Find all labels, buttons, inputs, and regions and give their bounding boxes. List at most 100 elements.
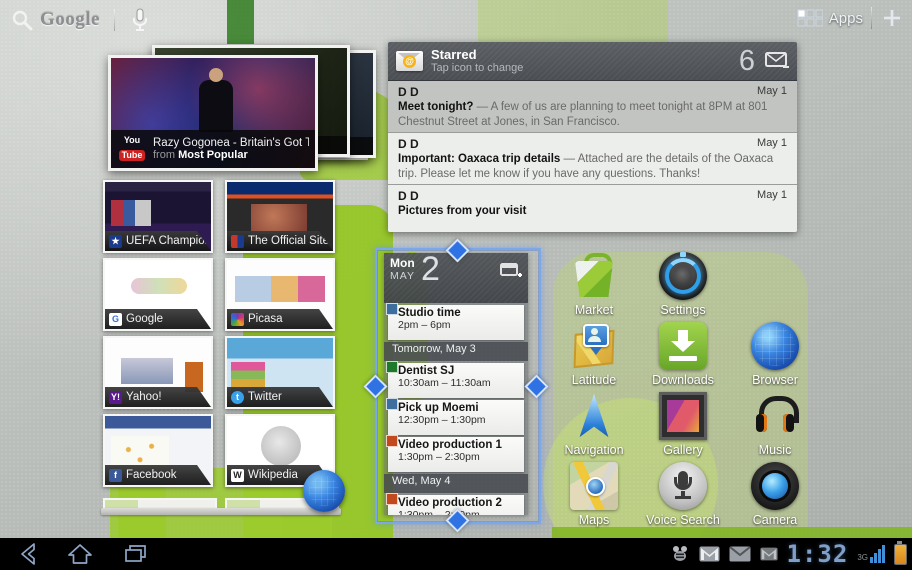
email-row[interactable]: D D May 1 Meet tonight? — A few of us ar… <box>388 81 797 133</box>
event-color-marker <box>386 493 398 505</box>
back-button[interactable] <box>8 540 48 568</box>
divider <box>114 9 115 31</box>
calendar-widget[interactable]: Mon MAY 2 Studio time 2pm – 6pm Tomorrow… <box>384 253 528 515</box>
app-shortcut-gallery[interactable]: Gallery <box>643 392 723 457</box>
top-bar-right: Apps <box>797 6 904 30</box>
calendar-day-divider: Wed, May 4 <box>384 474 528 493</box>
facebook-favicon: f <box>109 469 122 482</box>
bookmark-label: The Official Site of ... <box>248 235 333 247</box>
app-shortcut-maps[interactable]: Maps <box>554 462 634 527</box>
bookmark-thumbnail[interactable]: ★UEFA Champions Le... <box>103 180 213 253</box>
video-title: Razy Gogonea - Britain's Got T... <box>153 137 309 149</box>
app-shortcut-market[interactable]: Market <box>554 252 634 317</box>
email-widget-subtitle: Tap icon to change <box>431 62 739 75</box>
twitter-favicon: t <box>231 391 244 404</box>
app-shortcut-music[interactable]: Music <box>735 392 815 457</box>
browser-globe-icon[interactable] <box>303 470 345 512</box>
youtube-widget[interactable]: You Tube Razy Gogonea - Britain's Got T.… <box>108 55 318 171</box>
recents-icon <box>121 541 151 567</box>
bookmark-thumbnail[interactable]: Picasa <box>225 258 335 331</box>
home-icon <box>65 541 95 567</box>
latitude-icon <box>570 322 618 370</box>
bookmark-thumbnail[interactable]: Y!Yahoo! <box>103 336 213 409</box>
event-title: Studio time <box>398 307 518 319</box>
event-title: Pick up Moemi <box>398 402 518 414</box>
google-logo: Google <box>40 9 100 31</box>
bookmark-label: Facebook <box>126 469 177 481</box>
app-shortcut-latitude[interactable]: Latitude <box>554 322 634 387</box>
network-type-label: 3G <box>857 553 868 562</box>
email-sender: D D <box>398 189 419 203</box>
email-sender: D D <box>398 85 419 99</box>
bookmark-label: UEFA Champions Le... <box>126 235 211 247</box>
app-shortcut-camera[interactable]: Camera <box>735 462 815 527</box>
app-shortcut-settings[interactable]: Settings <box>643 252 723 317</box>
calendar-event[interactable]: Studio time 2pm – 6pm <box>388 305 524 340</box>
email-date: May 1 <box>757 85 787 99</box>
bookmark-label: Google <box>126 313 163 325</box>
plus-icon[interactable] <box>880 6 904 30</box>
calendar-day-number: 2 <box>421 253 440 289</box>
bookmark-thumbnail[interactable]: The Official Site of ... <box>225 180 335 253</box>
app-label: Maps <box>554 513 634 527</box>
email-widget-title: Starred <box>431 47 739 62</box>
bookmark-thumbnail[interactable]: f Facebook <box>103 414 213 487</box>
calendar-event[interactable]: Pick up Moemi 12:30pm – 1:30pm <box>388 400 524 435</box>
gmail-icon <box>699 546 720 562</box>
google-search-widget[interactable]: Google <box>10 7 151 33</box>
google-favicon: G <box>109 313 122 326</box>
bookmark-label: Wikipedia <box>248 469 298 481</box>
app-label: Settings <box>643 303 723 317</box>
event-color-marker <box>386 435 398 447</box>
battery-icon <box>894 544 907 565</box>
apps-button-label: Apps <box>829 10 863 27</box>
apps-button[interactable]: Apps <box>797 8 863 28</box>
video-thumbnail-figure <box>199 80 233 132</box>
status-cluster[interactable]: 1:32 3G <box>670 538 907 570</box>
event-title: Video production 1 <box>398 439 518 451</box>
event-color-marker <box>386 303 398 315</box>
email-row[interactable]: D D May 1 Pictures from your visit <box>388 185 797 232</box>
email-date: May 1 <box>757 189 787 203</box>
home-button[interactable] <box>60 540 100 568</box>
app-label: Voice Search <box>643 513 723 527</box>
picasa-favicon <box>231 313 244 326</box>
calendar-event[interactable]: Dentist SJ 10:30am – 11:30am <box>388 363 524 398</box>
app-label: Latitude <box>554 373 634 387</box>
email-row[interactable]: D D May 1 Important: Oaxaca trip details… <box>388 133 797 185</box>
app-shortcut-browser[interactable]: Browser <box>735 322 815 387</box>
calendar-event[interactable]: Video production 1 1:30pm – 2:30pm <box>388 437 524 472</box>
email-widget-header[interactable]: @ Starred Tap icon to change 6 <box>388 42 797 81</box>
compose-icon[interactable] <box>765 51 789 71</box>
mic-icon[interactable] <box>129 7 151 33</box>
bookmark-thumbnail[interactable]: t Twitter <box>225 336 335 409</box>
app-label: Market <box>554 303 634 317</box>
app-shortcut-navigation[interactable]: Navigation <box>554 392 634 457</box>
recents-button[interactable] <box>116 540 156 568</box>
app-shortcut-voice-search[interactable]: Voice Search <box>643 462 723 527</box>
music-icon <box>751 392 799 440</box>
voice-search-icon <box>659 462 707 510</box>
bookmark-label: Twitter <box>248 391 282 403</box>
clock: 1:32 <box>787 538 849 570</box>
event-time: 1:30pm – 2:30pm <box>398 451 518 463</box>
bookmarks-widget-base <box>101 508 341 515</box>
bookmark-thumbnail[interactable]: G Google <box>103 258 213 331</box>
gallery-icon <box>659 392 707 440</box>
video-from-label: from <box>153 149 175 161</box>
app-shortcut-downloads[interactable]: Downloads <box>643 322 723 387</box>
gmail-envelope-icon[interactable]: @ <box>396 51 423 71</box>
back-icon <box>13 541 43 567</box>
new-event-icon[interactable] <box>500 261 522 278</box>
youtube-logo-tube: Tube <box>119 150 146 161</box>
video-source: Most Popular <box>178 149 248 161</box>
apps-grid-icon <box>797 8 823 28</box>
downloads-icon <box>659 322 707 370</box>
wikipedia-favicon: W <box>231 469 244 482</box>
search-icon[interactable] <box>10 8 34 32</box>
divider <box>871 7 872 29</box>
event-color-marker <box>386 361 398 373</box>
youtube-caption-bar: You Tube Razy Gogonea - Britain's Got T.… <box>111 130 315 168</box>
youtube-logo-you: You <box>117 136 147 145</box>
email-widget: @ Starred Tap icon to change 6 D D May 1 <box>388 42 797 232</box>
